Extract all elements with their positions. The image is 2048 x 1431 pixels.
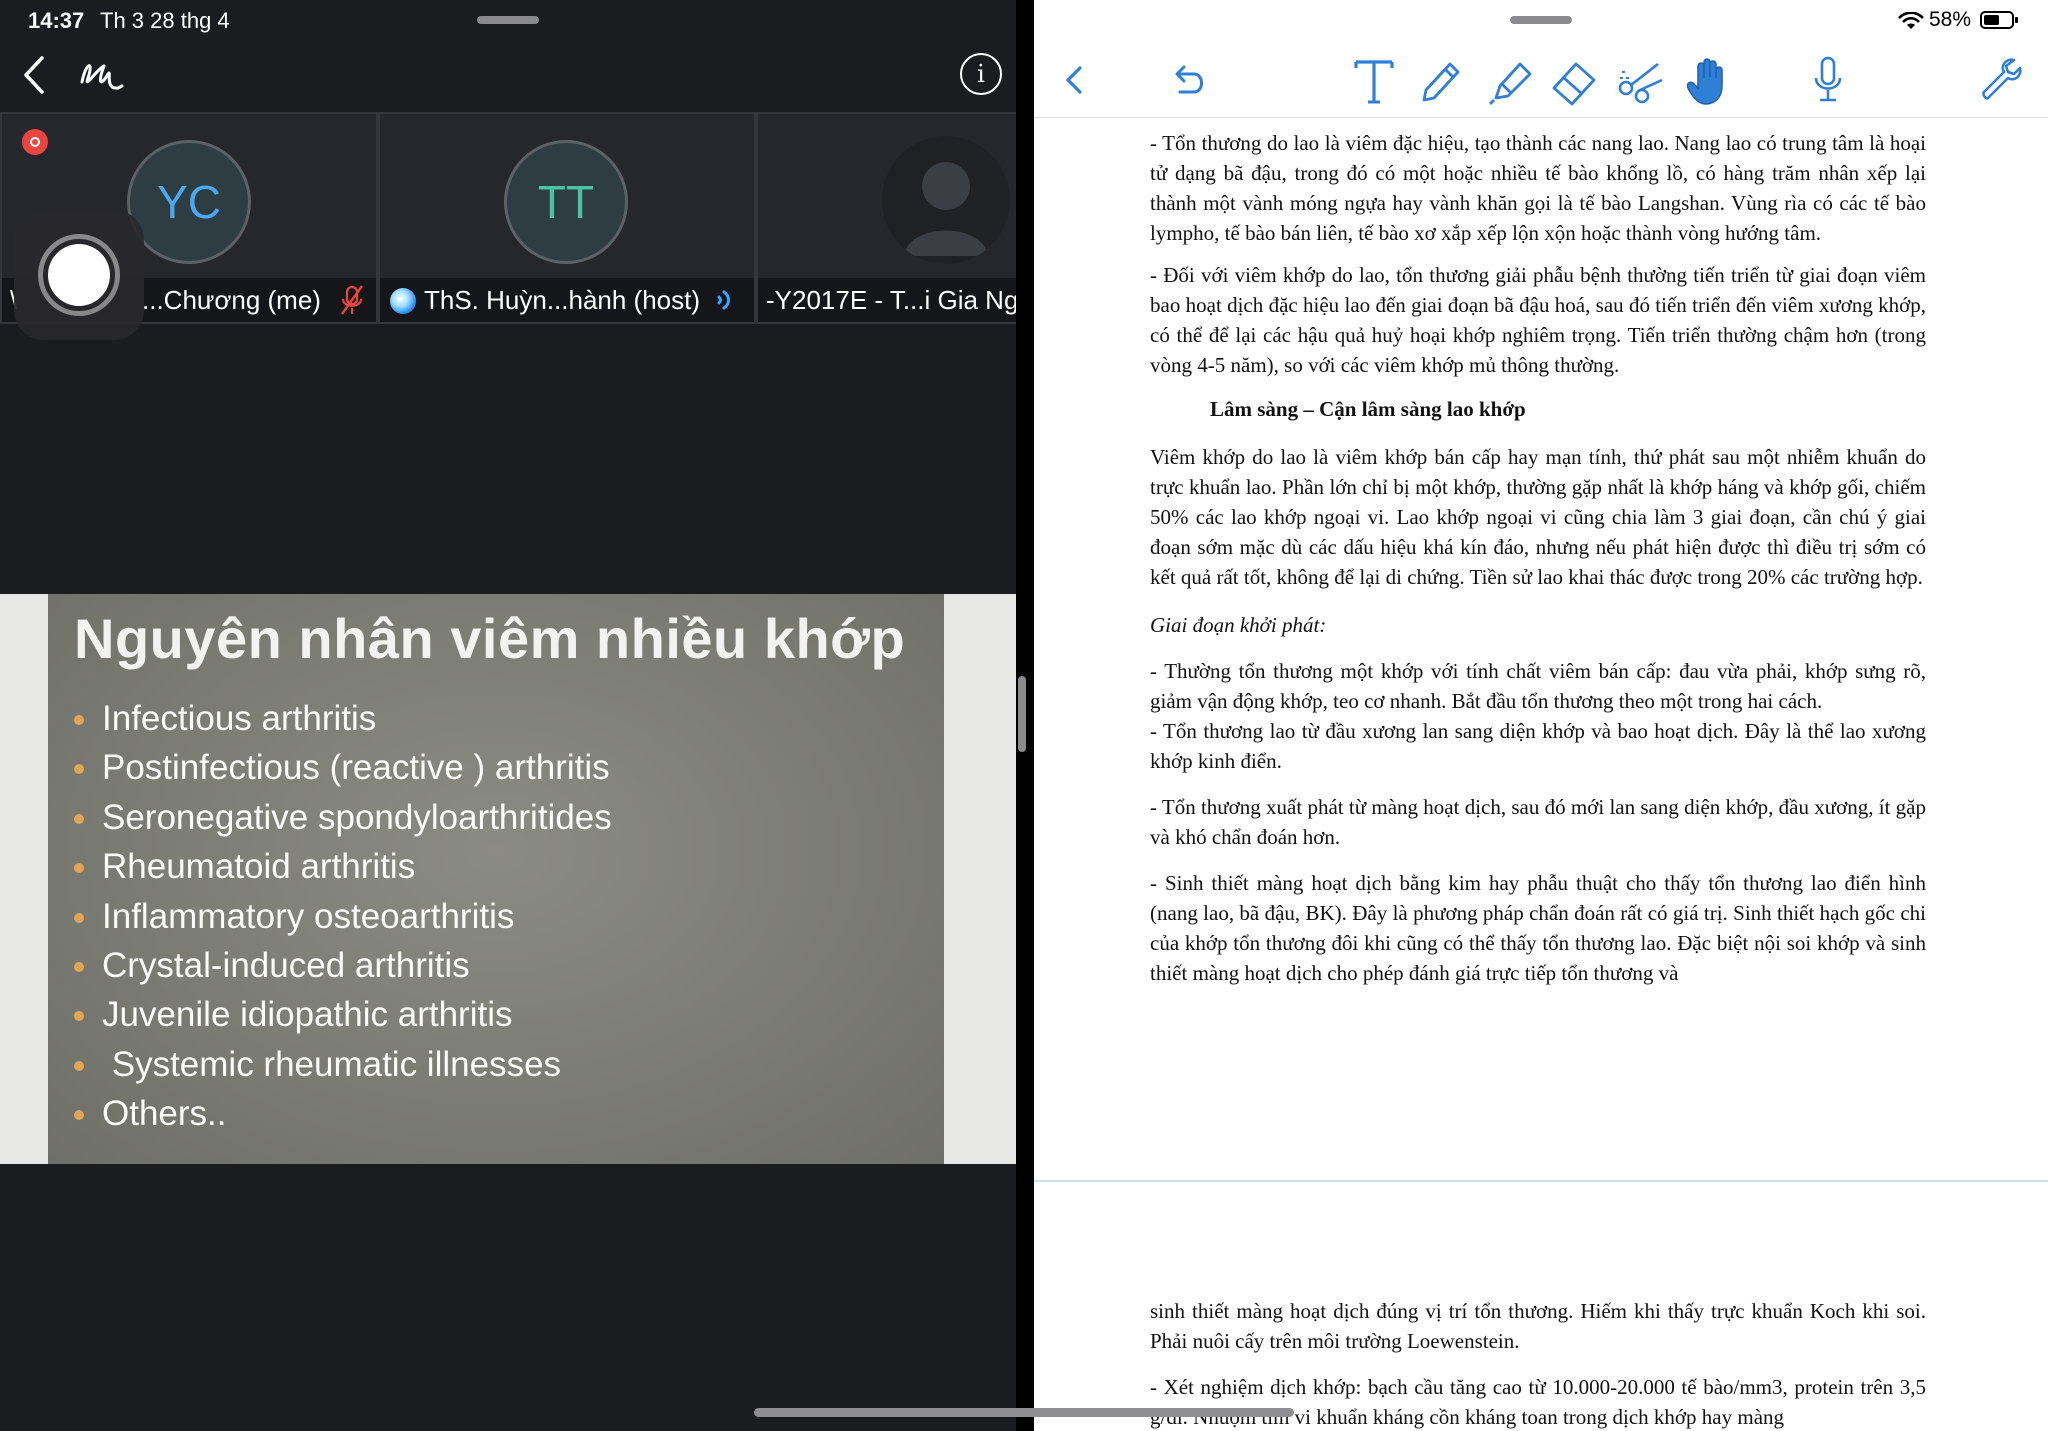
presentation-slide: Nguyên nhân viêm nhiều khớp Infectious a… (48, 594, 944, 1164)
microphone-icon[interactable] (1800, 50, 1856, 110)
slide-bullet: Others.. (74, 1089, 612, 1138)
participant-strip: YC \ ...Chương (me) TT ThS. Huỳn...hành … (0, 112, 1016, 324)
battery-level (1984, 15, 1999, 25)
host-avatar-icon (390, 288, 416, 314)
status-time: 14:37 (28, 8, 85, 33)
slide-bullet: Systemic rheumatic illnesses (74, 1040, 612, 1089)
text-tool-icon[interactable] (1346, 50, 1402, 110)
slide-bullet: Inflammatory osteoarthritis (74, 892, 612, 941)
document-page[interactable]: - Tổn thương do lao là viêm đặc hiệu, tạ… (1034, 118, 2048, 1180)
participant-tile-guest[interactable]: -Y2017E - T...i Gia Ng (756, 112, 1016, 324)
slide-title: Nguyên nhân viêm nhiều khớp (74, 607, 906, 670)
paragraph: - Tổn thương xuất phát từ màng hoạt dịch… (1150, 795, 1926, 849)
slide-bullet: Postinfectious (reactive ) arthritis (74, 743, 612, 792)
slide-bullet: Crystal-induced arthritis (74, 941, 612, 990)
slide-bullet: Rheumatoid arthritis (74, 842, 612, 891)
slide-bullet: Seronegative spondyloarthritides (74, 793, 612, 842)
highlighter-icon[interactable] (1480, 50, 1536, 110)
paragraph: - Thường tổn thương một khớp với tính ch… (1150, 659, 1926, 713)
paragraph: - Tổn thương do lao là viêm đặc hiệu, tạ… (1150, 131, 1926, 245)
shared-screen: Nguyên nhân viêm nhiều khớp Infectious a… (0, 594, 1016, 1164)
muted-mic-icon (338, 284, 366, 316)
status-bar: 58% (1034, 0, 2048, 40)
participant-name: -Y2017E - T...i Gia Ng (766, 285, 1016, 315)
back-icon[interactable] (14, 50, 54, 100)
pdf-annotator-pane: 58% - Tổn thương do lao là viêm đặc hiệu… (1034, 0, 2048, 1431)
eraser-icon[interactable] (1546, 50, 1602, 110)
undo-icon[interactable] (1160, 50, 1216, 110)
home-indicator[interactable] (754, 1408, 1294, 1417)
participant-name: ...Chương (me) (142, 285, 321, 315)
wrench-icon[interactable] (1974, 50, 2030, 110)
scissors-icon[interactable] (1612, 50, 1668, 110)
paragraph: - Sinh thiết màng hoạt dịch bằng kim hay… (1150, 871, 1926, 985)
zoom-meeting-pane: 14:37 Th 3 28 thg 4 i YC \ ...Chương (me… (0, 0, 1016, 1431)
avatar: YC (127, 140, 251, 264)
paragraph: - Tổn thương lao từ đầu xương lan sang d… (1150, 719, 1926, 773)
slide-bullet: Juvenile idiopathic arthritis (74, 990, 612, 1039)
meeting-toolbar: i (0, 40, 1016, 112)
battery-icon (1980, 11, 2014, 29)
paragraph: - Xét nghiệm dịch khớp: bạch cầu tăng ca… (1150, 1375, 1926, 1429)
section-heading: Lâm sàng – Cận lâm sàng lao khớp (1210, 397, 1526, 421)
avatar: TT (504, 140, 628, 264)
slide-bullet-list: Infectious arthritis Postinfectious (rea… (74, 694, 612, 1139)
default-avatar-icon (882, 136, 1010, 264)
speaking-icon (716, 284, 742, 316)
participant-name-bar: -Y2017E - T...i Gia Ng (758, 278, 1016, 322)
assistive-touch-button[interactable] (14, 210, 144, 340)
info-icon[interactable]: i (960, 53, 1002, 95)
participant-name-bar: ThS. Huỳn...hành (host) (380, 278, 754, 322)
paragraph: Viêm khớp do lao là viêm khớp bán cấp ha… (1150, 445, 1926, 589)
multitasking-handle[interactable] (477, 16, 539, 24)
paragraph: - Đối với viêm khớp do lao, tổn thương g… (1150, 263, 1926, 377)
participant-tile-host[interactable]: TT ThS. Huỳn...hành (host) (378, 112, 756, 324)
annotate-icon[interactable] (74, 52, 130, 98)
annotation-toolbar (1034, 40, 2048, 118)
document-page[interactable]: sinh thiết màng hoạt dịch đúng vị trí tổ… (1034, 1182, 2048, 1431)
multitasking-handle[interactable] (1510, 16, 1572, 24)
participant-name: ThS. Huỳn...hành (host) (424, 285, 701, 315)
back-icon[interactable] (1046, 50, 1102, 110)
page-text: - Tổn thương do lao là viêm đặc hiệu, tạ… (1150, 128, 1926, 988)
hand-icon[interactable] (1680, 50, 1736, 110)
status-date: Th 3 28 thg 4 (100, 8, 230, 33)
pen-icon[interactable] (1412, 50, 1468, 110)
wifi-icon (1898, 11, 1924, 30)
slide-bullet: Infectious arthritis (74, 694, 612, 743)
battery-percentage: 58% (1929, 8, 1972, 31)
recording-icon (22, 129, 48, 155)
subheading: Giai đoạn khởi phát: (1150, 613, 1327, 637)
assistive-dot (48, 244, 110, 306)
battery-cap (2015, 17, 2018, 23)
paragraph: sinh thiết màng hoạt dịch đúng vị trí tổ… (1150, 1299, 1926, 1353)
split-view-divider[interactable] (1018, 676, 1026, 752)
